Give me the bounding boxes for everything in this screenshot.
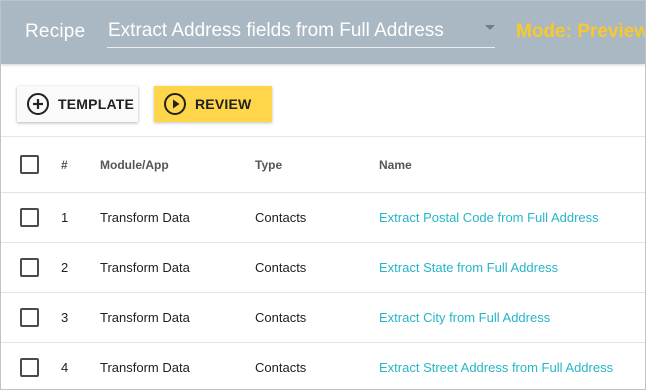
table-row: 1 Transform Data Contacts Extract Postal… [1,193,645,243]
select-all-cell [20,137,39,192]
recipe-preview-window: Recipe Extract Address fields from Full … [0,0,646,390]
row-checkbox[interactable] [20,208,39,227]
row-name-link[interactable]: Extract Postal Code from Full Address [379,210,599,225]
row-checkbox[interactable] [20,308,39,327]
column-header-module: Module/App [100,157,169,172]
row-check-cell [20,293,39,342]
table-row: 3 Transform Data Contacts Extract City f… [1,293,645,343]
row-type: Contacts [255,210,307,225]
row-number: 3 [61,310,69,325]
row-module: Transform Data [100,360,190,375]
mode-indicator: Mode: Preview [516,21,646,42]
row-type: Contacts [255,360,307,375]
row-name-link[interactable]: Extract City from Full Address [379,310,550,325]
table-row: 2 Transform Data Contacts Extract State … [1,243,645,293]
recipe-label: Recipe [25,21,86,42]
row-module: Transform Data [100,210,190,225]
row-name-cell: Extract State from Full Address [379,243,558,292]
row-number: 2 [61,260,69,275]
column-header-name: Name [379,157,412,172]
row-check-cell [20,193,39,242]
row-name-cell: Extract City from Full Address [379,293,550,342]
play-circle-icon [164,93,186,115]
header-bar: Recipe Extract Address fields from Full … [1,1,645,64]
template-button[interactable]: TEMPLATE [17,86,138,122]
row-number: 1 [61,210,69,225]
row-number: 4 [61,360,69,375]
recipe-select[interactable]: Extract Address fields from Full Address [107,15,495,48]
dropdown-caret-icon[interactable] [485,25,495,30]
row-check-cell [20,243,39,292]
toolbar: TEMPLATE REVIEW [1,64,645,137]
select-all-checkbox[interactable] [20,155,39,174]
row-name-link[interactable]: Extract State from Full Address [379,260,558,275]
row-checkbox[interactable] [20,258,39,277]
template-button-label: TEMPLATE [58,96,135,112]
add-circle-icon [27,93,49,115]
recipe-steps-table: # Module/App Type Name 1 Transform Data … [1,137,645,389]
row-name-link[interactable]: Extract Street Address from Full Address [379,360,613,375]
review-button-label: REVIEW [195,96,252,112]
row-module: Transform Data [100,310,190,325]
table-header-row: # Module/App Type Name [1,137,645,193]
row-name-cell: Extract Street Address from Full Address [379,343,613,389]
row-module: Transform Data [100,260,190,275]
row-check-cell [20,343,39,389]
row-type: Contacts [255,310,307,325]
table-row: 4 Transform Data Contacts Extract Street… [1,343,645,389]
review-button[interactable]: REVIEW [154,86,272,122]
row-type: Contacts [255,260,307,275]
row-name-cell: Extract Postal Code from Full Address [379,193,599,242]
column-header-number: # [61,157,68,172]
recipe-select-value[interactable]: Extract Address fields from Full Address [108,20,444,42]
row-checkbox[interactable] [20,358,39,377]
column-header-type: Type [255,157,283,172]
